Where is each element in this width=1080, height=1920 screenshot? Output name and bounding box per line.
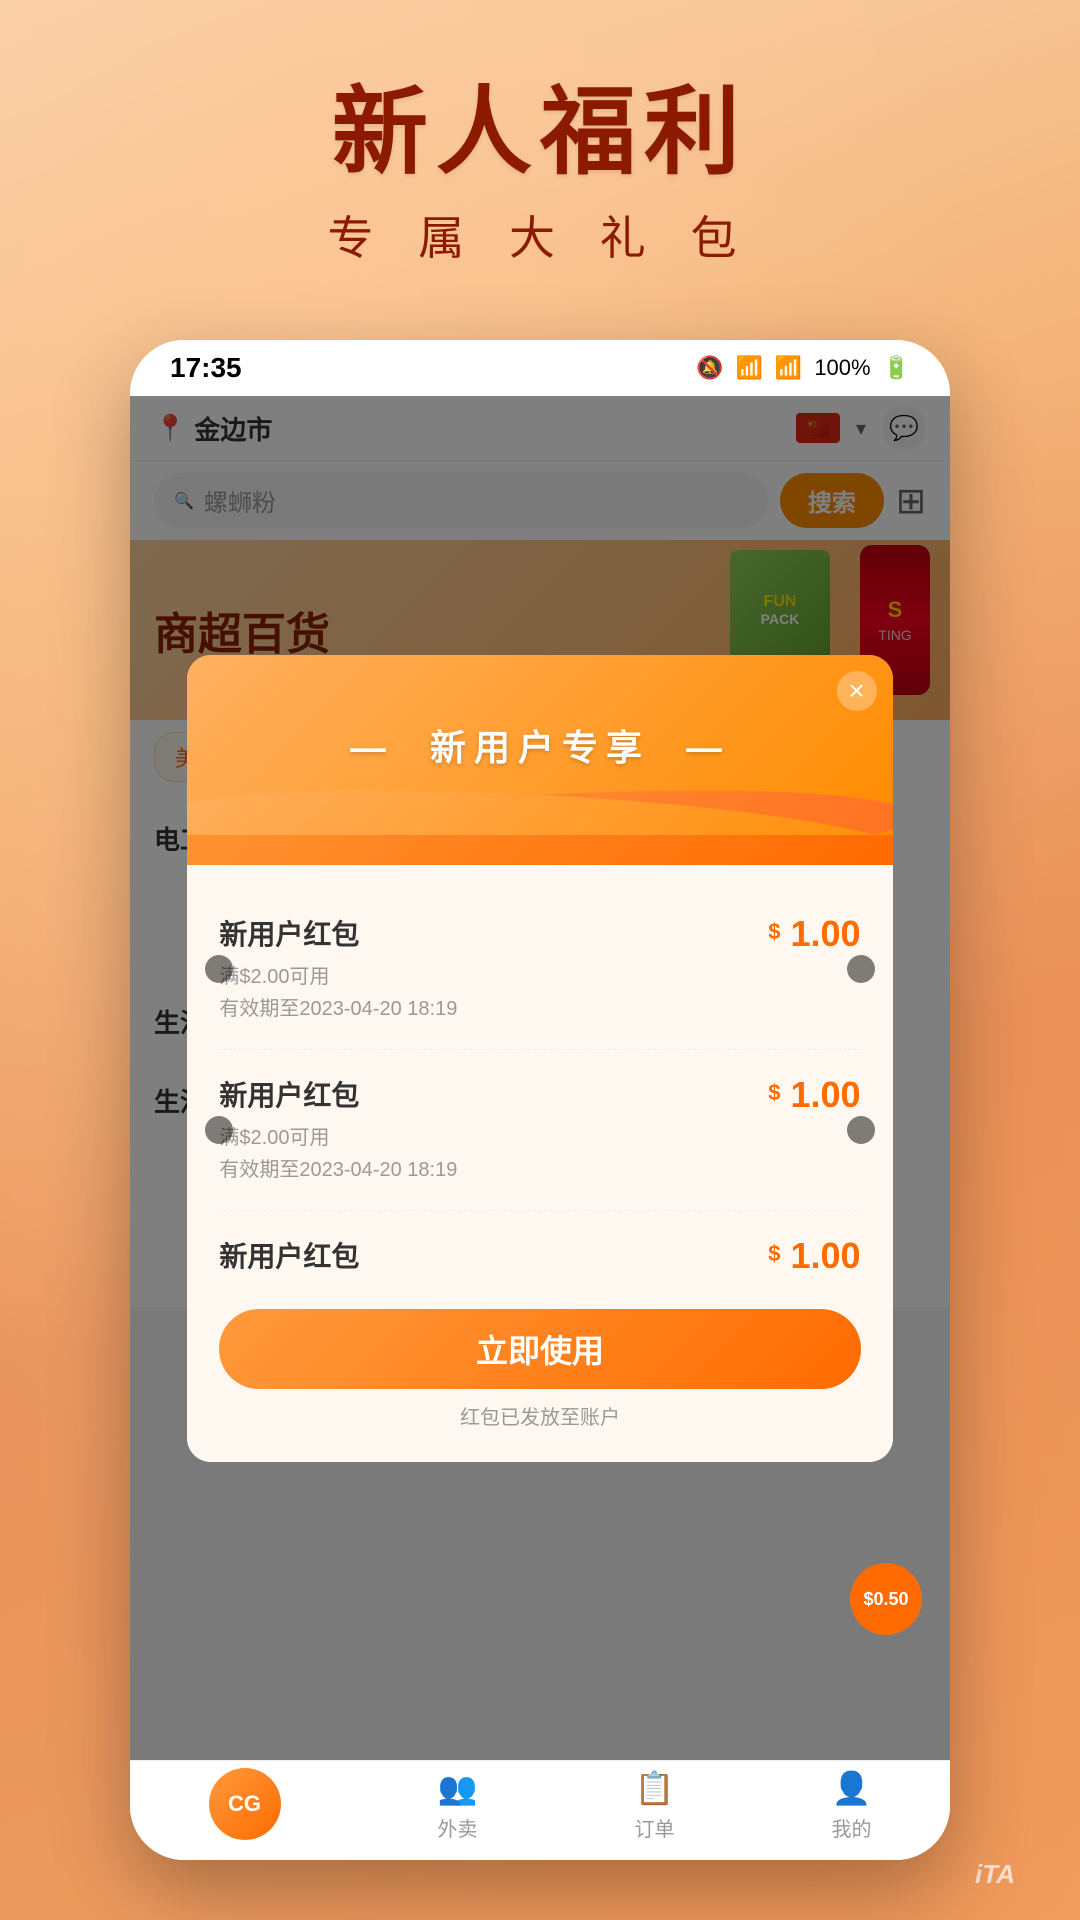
notch-right-1 xyxy=(847,955,875,983)
coupon-amount-2: $ 1.00 xyxy=(768,1074,860,1116)
coupon-item-left-3: 新用户红包 xyxy=(219,1235,768,1275)
nav-mine-label: 我的 xyxy=(832,1813,872,1842)
status-bar: 17:35 🔕 📶 📶 100% 🔋 xyxy=(130,340,950,396)
coupon-item-left-1: 新用户红包 满$2.00可用 有效期至2023-04-20 18:19 xyxy=(219,913,768,1025)
notch-right-2 xyxy=(847,1116,875,1144)
nav-mine-icon: 👤 xyxy=(832,1769,872,1807)
notch-left-2 xyxy=(205,1116,233,1144)
nav-item-home[interactable]: CG xyxy=(209,1768,281,1844)
signal-icon: 📶 xyxy=(775,355,802,381)
title-area: 新人福利 专 属 大 礼 包 xyxy=(0,80,1080,268)
price-badge: $0.50 xyxy=(850,1563,922,1635)
coupon-desc-1: 满$2.00可用 有效期至2023-04-20 18:19 xyxy=(219,961,768,1025)
mute-icon: 🔕 xyxy=(696,355,723,381)
coupon-amount-1: $ 1.00 xyxy=(768,913,860,955)
battery-text: 100% xyxy=(814,355,870,381)
nav-order-label: 订单 xyxy=(635,1813,675,1842)
amount-symbol-2: $ xyxy=(768,1080,780,1106)
coupon-amount-3: $ 1.00 xyxy=(768,1235,860,1277)
nav-item-order[interactable]: 📋 订单 xyxy=(635,1769,675,1842)
coupon-name-3: 新用户红包 xyxy=(219,1235,768,1275)
status-time: 17:35 xyxy=(170,352,242,384)
phone-mockup: 17:35 🔕 📶 📶 100% 🔋 📍 金边市 🇨🇳 ▾ xyxy=(130,340,950,1860)
coupon-name-2: 新用户红包 xyxy=(219,1074,768,1114)
status-icons: 🔕 📶 📶 100% 🔋 xyxy=(696,355,910,381)
wifi-icon: 📶 xyxy=(736,355,763,381)
coupon-item-3: 新用户红包 $ 1.00 xyxy=(219,1211,860,1301)
cta-hint: 红包已发放至账户 xyxy=(219,1401,860,1438)
ticket-label: — 新用户专享 — xyxy=(350,719,730,771)
coupon-desc-2: 满$2.00可用 有效期至2023-04-20 18:19 xyxy=(219,1122,768,1186)
amount-symbol-1: $ xyxy=(768,919,780,945)
main-title: 新人福利 xyxy=(0,80,1080,186)
nav-waimai-icon: 👥 xyxy=(438,1769,478,1807)
battery-icon: 🔋 xyxy=(883,355,910,381)
nav-home-button[interactable]: CG xyxy=(209,1768,281,1840)
sub-title: 专 属 大 礼 包 xyxy=(0,202,1080,268)
coupon-item-left-2: 新用户红包 满$2.00可用 有效期至2023-04-20 18:19 xyxy=(219,1074,768,1186)
nav-item-mine[interactable]: 👤 我的 xyxy=(832,1769,872,1842)
app-scroll-area: 📍 金边市 🇨🇳 ▾ 💬 🔍 螺蛳粉 搜索 ⊞ xyxy=(130,396,950,1760)
modal-overlay[interactable]: × — 新用户专享 — xyxy=(130,396,950,1760)
ticket-header: — 新用户专享 — xyxy=(187,655,892,865)
amount-symbol-3: $ xyxy=(768,1241,780,1267)
coupon-item-2: 新用户红包 满$2.00可用 有效期至2023-04-20 18:19 $ 1.… xyxy=(219,1050,860,1211)
bottom-nav: CG 👥 外卖 📋 订单 👤 我的 xyxy=(130,1760,950,1860)
coupon-item-1: 新用户红包 满$2.00可用 有效期至2023-04-20 18:19 $ 1.… xyxy=(219,889,860,1050)
coupon-content: 新用户红包 满$2.00可用 有效期至2023-04-20 18:19 $ 1.… xyxy=(187,865,892,1462)
coupon-modal: × — 新用户专享 — xyxy=(187,655,892,1462)
notch-left-1 xyxy=(205,955,233,983)
close-button[interactable]: × xyxy=(837,671,877,711)
ita-watermark: iTA xyxy=(975,1859,1015,1890)
nav-home-icon-text: CG xyxy=(228,1791,261,1817)
cta-button[interactable]: 立即使用 xyxy=(219,1309,860,1389)
nav-waimai-label: 外卖 xyxy=(438,1813,478,1842)
nav-item-waimai[interactable]: 👥 外卖 xyxy=(438,1769,478,1842)
coupon-name-1: 新用户红包 xyxy=(219,913,768,953)
nav-order-icon: 📋 xyxy=(635,1769,675,1807)
price-badge-text: $0.50 xyxy=(863,1589,908,1610)
ticket-envelope: — 新用户专享 — xyxy=(187,655,892,835)
